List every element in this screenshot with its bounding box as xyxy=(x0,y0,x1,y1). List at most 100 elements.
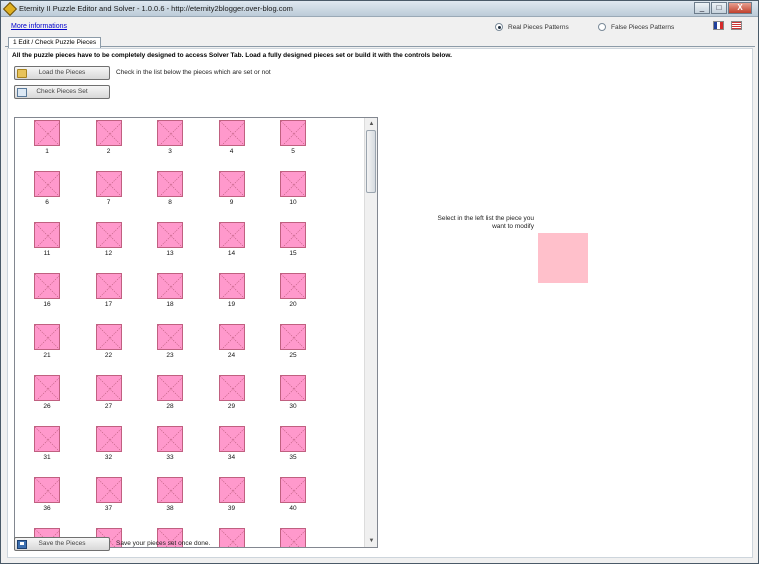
piece-item[interactable]: 13 xyxy=(146,221,196,271)
piece-item[interactable]: 30 xyxy=(269,374,319,424)
piece-item[interactable]: 35 xyxy=(269,425,319,475)
piece-thumbnail[interactable] xyxy=(34,120,60,146)
piece-thumbnail[interactable] xyxy=(157,477,183,503)
piece-item[interactable]: 34 xyxy=(208,425,258,475)
piece-thumbnail[interactable] xyxy=(280,426,306,452)
piece-item[interactable]: 40 xyxy=(269,476,319,526)
piece-thumbnail[interactable] xyxy=(95,171,122,197)
piece-item[interactable]: 15 xyxy=(269,221,319,271)
piece-item[interactable]: 22 xyxy=(85,323,135,373)
piece-thumbnail[interactable] xyxy=(95,375,122,401)
piece-thumbnail[interactable] xyxy=(280,324,306,350)
piece-thumbnail[interactable] xyxy=(218,426,245,452)
piece-item[interactable]: 7 xyxy=(85,170,135,220)
piece-item[interactable]: 24 xyxy=(208,323,258,373)
piece-item[interactable]: 4 xyxy=(208,119,258,169)
piece-thumbnail[interactable] xyxy=(280,120,306,146)
piece-thumbnail[interactable] xyxy=(218,222,245,248)
piece-item[interactable]: 8 xyxy=(146,170,196,220)
title-bar[interactable]: Eternity II Puzzle Editor and Solver - 1… xyxy=(1,1,758,17)
piece-item[interactable]: 5 xyxy=(269,119,319,169)
piece-thumbnail[interactable] xyxy=(34,375,60,401)
vertical-scrollbar[interactable]: ▲ ▼ xyxy=(364,118,377,547)
piece-thumbnail[interactable] xyxy=(95,273,122,299)
piece-item[interactable]: 19 xyxy=(208,272,258,322)
scroll-thumb[interactable] xyxy=(366,130,376,193)
piece-thumbnail[interactable] xyxy=(34,324,60,350)
piece-item[interactable]: 16 xyxy=(23,272,73,322)
piece-item[interactable]: 23 xyxy=(146,323,196,373)
close-button[interactable]: X xyxy=(728,2,752,14)
piece-thumbnail[interactable] xyxy=(157,171,183,197)
piece-item[interactable]: 21 xyxy=(23,323,73,373)
radio-fake-patterns[interactable]: False Pieces Patterns xyxy=(598,23,674,31)
piece-thumbnail[interactable] xyxy=(280,171,306,197)
piece-thumbnail[interactable] xyxy=(280,375,306,401)
piece-item[interactable]: 29 xyxy=(208,374,258,424)
piece-thumbnail[interactable] xyxy=(218,120,245,146)
piece-thumbnail[interactable] xyxy=(34,273,60,299)
piece-thumbnail[interactable] xyxy=(157,222,183,248)
piece-item[interactable]: 11 xyxy=(23,221,73,271)
minimize-button[interactable]: _ xyxy=(694,2,710,14)
piece-item[interactable]: 17 xyxy=(85,272,135,322)
pieces-list[interactable]: 1 2 3 4 5 6 7 8 9 10 11 12 13 14 15 16 17 18 19 20 21 22 23 24 2… xyxy=(14,117,378,548)
radio-button-icon[interactable] xyxy=(598,23,606,31)
piece-thumbnail[interactable] xyxy=(218,528,245,547)
uk-flag-icon[interactable] xyxy=(731,21,742,30)
tab-edit-check[interactable]: 1 Edit / Check Puzzle Pieces xyxy=(8,37,102,48)
check-pieces-button[interactable]: Check Pieces Set xyxy=(14,85,110,99)
scroll-down-icon[interactable]: ▼ xyxy=(366,536,377,546)
piece-item[interactable]: 45 xyxy=(269,527,319,547)
piece-thumbnail[interactable] xyxy=(95,426,122,452)
maximize-button[interactable]: □ xyxy=(711,2,727,14)
piece-thumbnail[interactable] xyxy=(280,528,306,547)
piece-thumbnail[interactable] xyxy=(34,477,60,503)
piece-thumbnail[interactable] xyxy=(280,222,306,248)
piece-item[interactable]: 39 xyxy=(208,476,258,526)
piece-item[interactable]: 14 xyxy=(208,221,258,271)
piece-item[interactable]: 18 xyxy=(146,272,196,322)
radio-real-patterns[interactable]: Real Pieces Patterns xyxy=(495,23,569,31)
scroll-up-icon[interactable]: ▲ xyxy=(366,119,377,129)
piece-thumbnail[interactable] xyxy=(218,273,245,299)
piece-thumbnail[interactable] xyxy=(157,120,183,146)
piece-item[interactable]: 36 xyxy=(23,476,73,526)
piece-thumbnail[interactable] xyxy=(218,375,245,401)
save-pieces-button[interactable]: Save the Pieces xyxy=(14,537,110,551)
piece-thumbnail[interactable] xyxy=(280,273,306,299)
piece-thumbnail[interactable] xyxy=(157,324,183,350)
piece-item[interactable]: 25 xyxy=(269,323,319,373)
more-info-link[interactable]: More informations xyxy=(11,23,67,30)
piece-item[interactable]: 28 xyxy=(146,374,196,424)
piece-thumbnail[interactable] xyxy=(280,477,306,503)
piece-thumbnail[interactable] xyxy=(95,222,122,248)
piece-item[interactable]: 31 xyxy=(23,425,73,475)
piece-item[interactable]: 9 xyxy=(208,170,258,220)
piece-item[interactable]: 12 xyxy=(85,221,135,271)
piece-item[interactable]: 37 xyxy=(85,476,135,526)
piece-item[interactable]: 27 xyxy=(85,374,135,424)
piece-thumbnail[interactable] xyxy=(218,324,245,350)
piece-thumbnail[interactable] xyxy=(34,171,60,197)
piece-item[interactable]: 10 xyxy=(269,170,319,220)
piece-thumbnail[interactable] xyxy=(157,426,183,452)
piece-item[interactable]: 33 xyxy=(146,425,196,475)
piece-thumbnail[interactable] xyxy=(95,477,122,503)
piece-item[interactable]: 6 xyxy=(23,170,73,220)
piece-item[interactable]: 32 xyxy=(85,425,135,475)
piece-thumbnail[interactable] xyxy=(95,324,122,350)
piece-item[interactable]: 20 xyxy=(269,272,319,322)
france-flag-icon[interactable] xyxy=(713,21,724,30)
piece-item[interactable]: 3 xyxy=(146,119,196,169)
radio-button-icon[interactable] xyxy=(495,23,503,31)
piece-thumbnail[interactable] xyxy=(95,120,122,146)
piece-item[interactable]: 2 xyxy=(85,119,135,169)
piece-thumbnail[interactable] xyxy=(157,375,183,401)
piece-item[interactable]: 38 xyxy=(146,476,196,526)
piece-item[interactable]: 26 xyxy=(23,374,73,424)
piece-thumbnail[interactable] xyxy=(218,171,245,197)
load-pieces-button[interactable]: Load the Pieces xyxy=(14,66,110,80)
piece-item[interactable]: 1 xyxy=(23,119,73,169)
piece-thumbnail[interactable] xyxy=(34,222,60,248)
